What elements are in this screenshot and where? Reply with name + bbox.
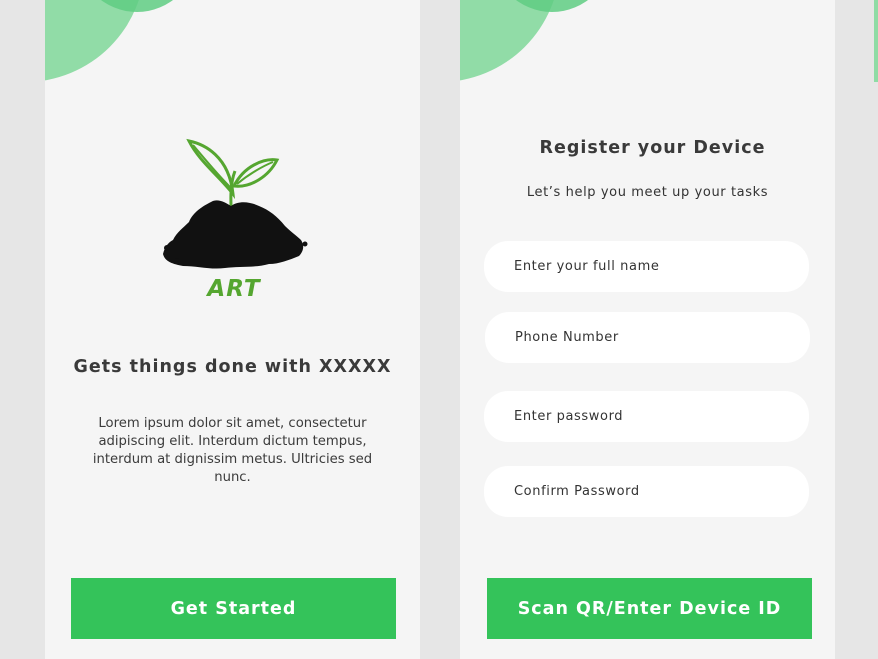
next-screen-edge <box>874 0 878 82</box>
phone-number-field[interactable] <box>485 312 810 363</box>
scan-qr-button[interactable]: Scan QR/Enter Device ID <box>487 578 812 639</box>
page-subtitle: Let’s help you meet up your tasks <box>526 185 769 200</box>
confirm-password-field[interactable] <box>484 466 809 517</box>
welcome-paragraph: Lorem ipsum dolor sit amet, consectetur … <box>92 416 373 485</box>
welcome-headline: Gets things done with XXXXX <box>73 357 392 377</box>
canvas: ART Gets things done with XXXXX Lorem ip… <box>0 0 878 659</box>
app-logo: ART <box>159 136 309 306</box>
password-field[interactable] <box>484 391 809 442</box>
decorative-circle-large <box>45 0 145 82</box>
register-screen: Register your Device Let’s help you meet… <box>460 0 835 659</box>
welcome-screen: ART Gets things done with XXXXX Lorem ip… <box>45 0 420 659</box>
full-name-field[interactable] <box>484 241 809 292</box>
page-title: Register your Device <box>539 138 766 158</box>
sprout-in-soil-icon <box>163 138 308 269</box>
logo-text: ART <box>207 276 261 302</box>
get-started-button[interactable]: Get Started <box>71 578 396 639</box>
next-screen-edge-bg <box>874 82 878 659</box>
decorative-circle-large <box>460 0 560 82</box>
